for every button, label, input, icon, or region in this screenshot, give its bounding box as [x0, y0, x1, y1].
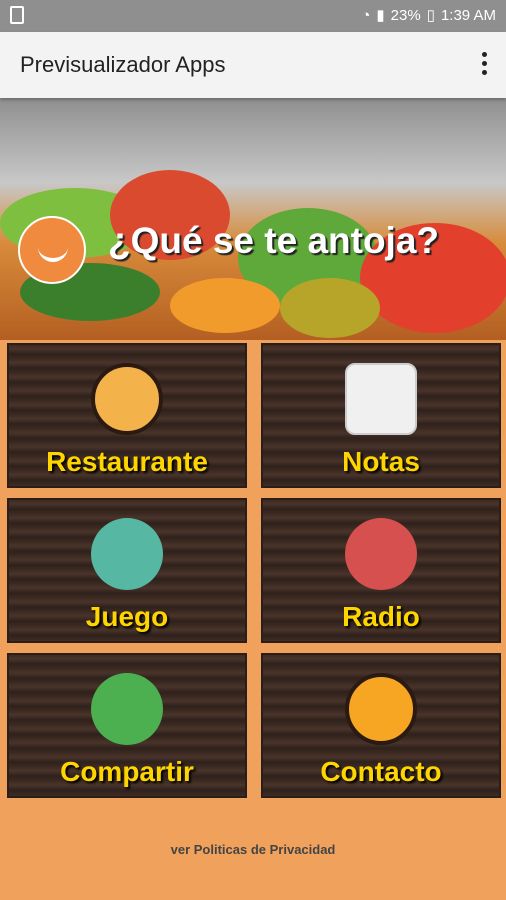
tile-label: Juego [85, 601, 169, 632]
tile-notas[interactable]: Notas [261, 343, 501, 488]
app-title: Previsualizador Apps [20, 52, 226, 77]
restaurant-logo-icon [18, 216, 86, 284]
sim-icon [10, 6, 24, 24]
mail-icon [345, 673, 417, 745]
battery-percent: 23% [390, 6, 421, 24]
status-right: ◔ ▮ 23% ▯ 1:39 AM [361, 6, 496, 25]
menu-grid: Restaurante Notas Juego Radio Compartir … [7, 343, 501, 803]
tile-label: Radio [342, 601, 420, 632]
tile-compartir[interactable]: Compartir [7, 653, 247, 798]
privacy-link[interactable]: ver Politicas de Privacidad [0, 842, 506, 857]
tile-label: Notas [342, 446, 420, 477]
pizza-icon [91, 363, 163, 435]
tile-contacto[interactable]: Contacto [261, 653, 501, 798]
tile-restaurante[interactable]: Restaurante [7, 343, 247, 488]
battery-icon: ▯ [426, 7, 435, 24]
notes-icon [345, 363, 417, 435]
status-time: 1:39 AM [440, 6, 496, 24]
wifi-icon: ◔ [361, 6, 371, 24]
signal-icon: ▮ [376, 7, 385, 24]
tile-radio[interactable]: Radio [261, 498, 501, 643]
share-icon [91, 673, 163, 745]
hero-banner: ¿Qué se te antoja? [0, 98, 506, 340]
tile-label: Restaurante [46, 446, 208, 477]
gamepad-icon [91, 518, 163, 590]
status-bar: ◔ ▮ 23% ▯ 1:39 AM [0, 0, 506, 32]
tile-label: Compartir [60, 756, 194, 787]
app-bar: Previsualizador Apps [0, 32, 506, 98]
tile-juego[interactable]: Juego [7, 498, 247, 643]
hero-heading: ¿Qué se te antoja? [108, 220, 440, 261]
radio-icon [345, 518, 417, 590]
tile-label: Contacto [320, 756, 442, 787]
overflow-menu-icon[interactable] [480, 52, 488, 78]
